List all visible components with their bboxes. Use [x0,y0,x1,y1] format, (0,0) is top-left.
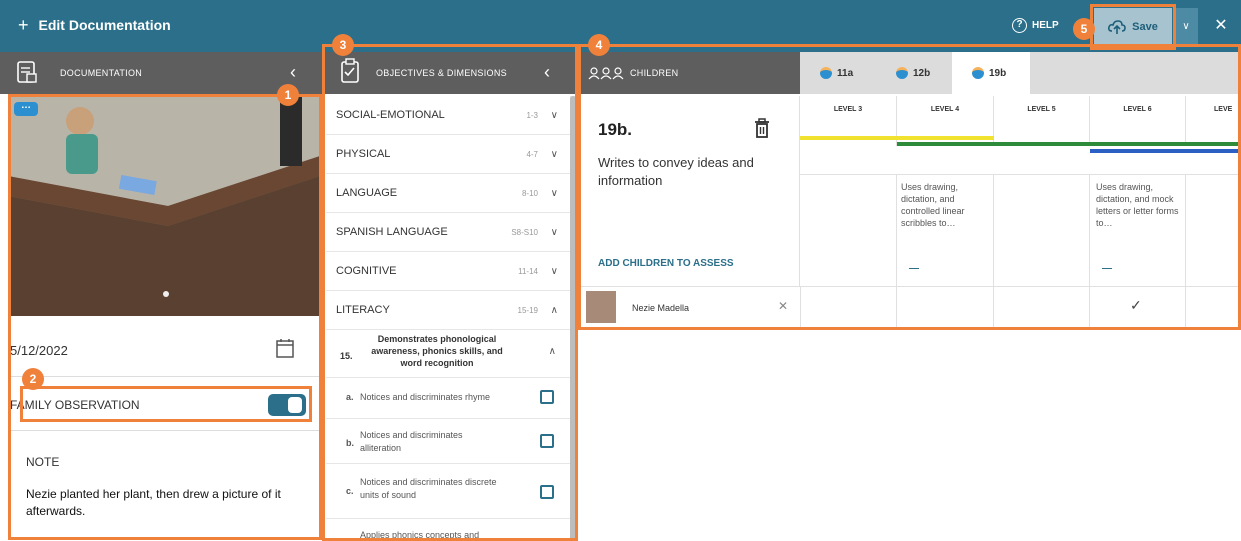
collapse-documentation-chevron-icon[interactable]: ‹ [290,62,296,83]
document-icon [17,61,37,83]
documentation-header-label: DOCUMENTATION [60,68,143,78]
callout-box-3 [322,44,578,541]
callout-box-4 [578,44,1241,330]
app-window: + Edit Documentation ? HELP Save ∨ ✕ DOC… [0,0,1241,541]
callout-box-2 [20,386,312,422]
callout-marker-3: 3 [332,34,354,56]
callout-marker-5: 5 [1073,18,1095,40]
window-title: Edit Documentation [38,17,171,33]
help-label: HELP [1032,20,1059,31]
question-icon: ? [1012,18,1027,33]
callout-box-1 [8,94,322,540]
plus-icon: + [18,15,29,35]
callout-marker-2: 2 [22,368,44,390]
save-options-dropdown[interactable]: ∨ [1174,8,1198,46]
chevron-down-icon: ∨ [1182,21,1190,32]
callout-marker-4: 4 [588,34,610,56]
callout-box-5 [1090,4,1176,50]
help-button[interactable]: ? HELP [1012,18,1059,33]
close-icon[interactable]: ✕ [1210,15,1232,35]
edit-documentation-title[interactable]: + Edit Documentation [18,15,171,35]
documentation-header: DOCUMENTATION ‹ [0,52,322,94]
callout-marker-1: 1 [277,84,299,106]
